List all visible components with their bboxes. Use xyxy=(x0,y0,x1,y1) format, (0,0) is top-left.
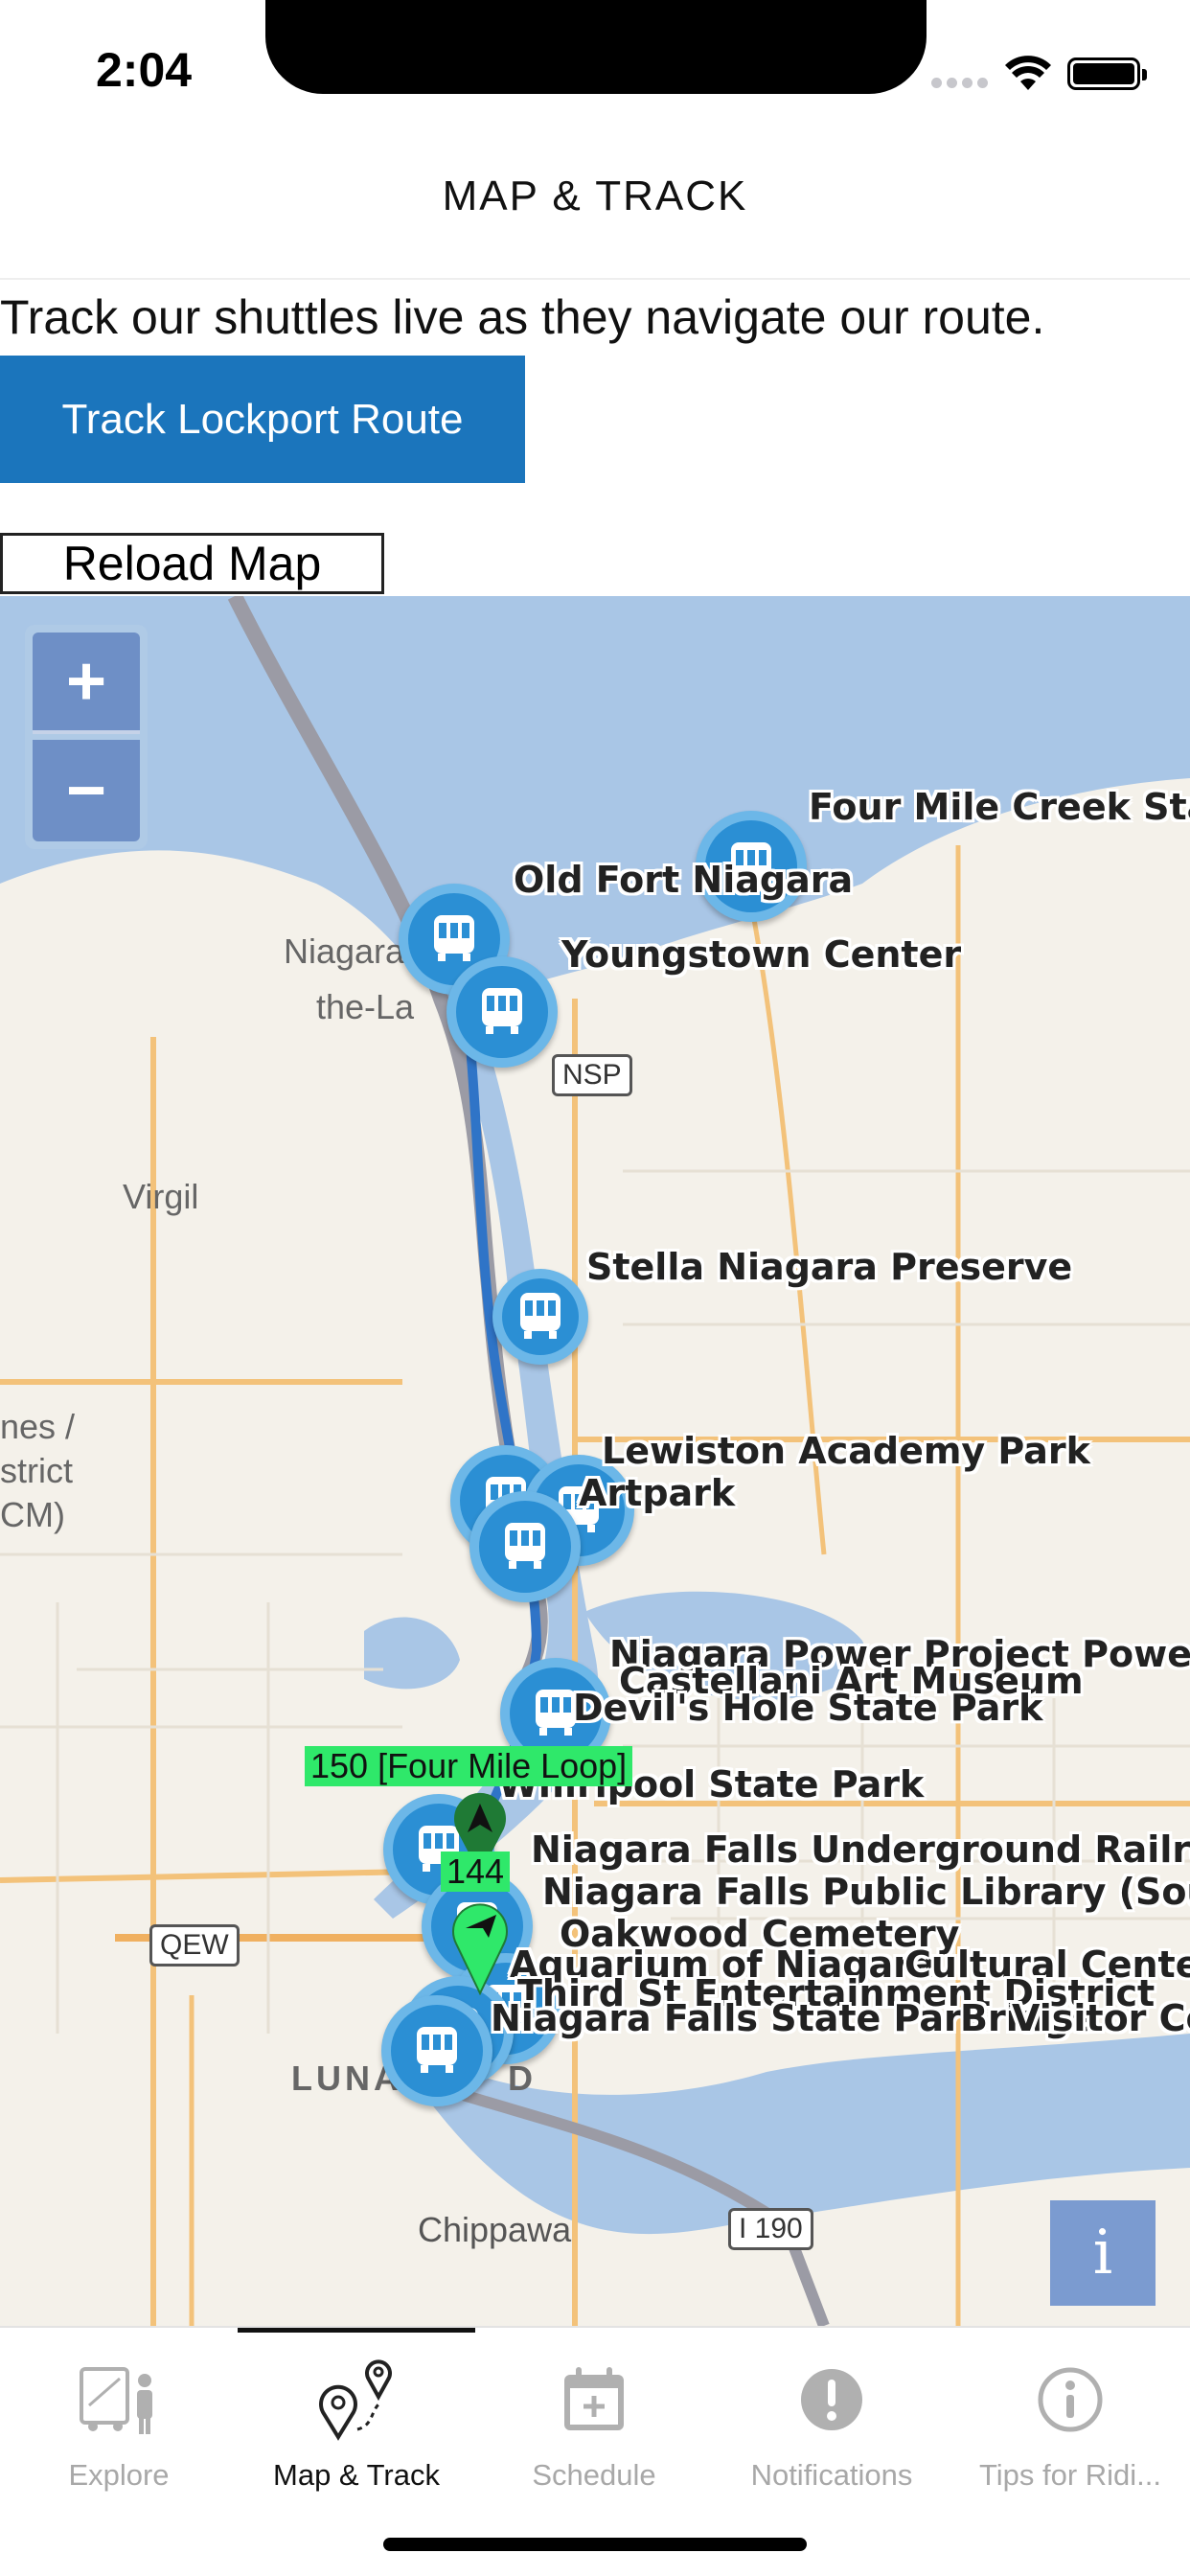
map-info-button[interactable]: i xyxy=(1050,2200,1156,2306)
stop-label: Old Fort Niagara xyxy=(514,859,854,901)
tab-label: Explore xyxy=(68,2458,170,2492)
stop-label: Visitor Ce xyxy=(1012,1997,1190,2039)
map-pin-icon xyxy=(313,2357,400,2443)
tab-map-track[interactable]: Map & Track xyxy=(238,2328,475,2510)
stop-label: Niagara Falls State Park xyxy=(491,1997,987,2039)
place-label: D xyxy=(508,2058,533,2098)
place-label: the-La xyxy=(316,987,415,1026)
stop-label: Niagara Falls Public Library (Sout xyxy=(542,1871,1190,1913)
place-label: strict xyxy=(0,1451,73,1490)
zoom-out-button[interactable]: − xyxy=(33,740,140,841)
stop-label: Devil's Hole State Park xyxy=(573,1687,1043,1729)
bus-stop-marker[interactable] xyxy=(381,1995,492,2106)
intro-text: Track our shuttles live as they navigate… xyxy=(0,290,1045,344)
zoom-in-button[interactable]: + xyxy=(33,632,140,734)
status-time: 2:04 xyxy=(96,43,193,97)
tab-explore[interactable]: Explore xyxy=(0,2328,238,2510)
place-label: Chippawa xyxy=(418,2210,572,2249)
wifi-icon xyxy=(1005,56,1051,90)
road-shield: QEW xyxy=(149,1924,240,1966)
road-shield: I 190 xyxy=(728,2208,813,2250)
info-circle-icon xyxy=(1027,2357,1113,2443)
stop-label: Niagara Falls Underground Railroa xyxy=(531,1828,1190,1871)
track-lockport-route-button[interactable]: Track Lockport Route xyxy=(0,356,525,483)
stop-label: Lewiston Academy Park xyxy=(602,1430,1090,1472)
tab-label: Map & Track xyxy=(273,2458,440,2492)
place-label: CM) xyxy=(0,1495,65,1534)
device-notch xyxy=(265,0,927,94)
bus-stop-marker[interactable] xyxy=(492,1269,588,1365)
bus-stop-marker[interactable] xyxy=(446,956,558,1068)
page-title: MAP & TRACK xyxy=(442,172,748,219)
tab-tips[interactable]: Tips for Ridi... xyxy=(950,2328,1190,2510)
stop-label: Artpark xyxy=(579,1472,736,1514)
vehicle-label: 144 xyxy=(441,1852,511,1892)
battery-icon xyxy=(1067,58,1147,90)
road-shield: NSP xyxy=(552,1054,632,1096)
map-view[interactable]: Niagara- the-La Virgil nes / strict CM) … xyxy=(0,596,1190,2326)
place-label: Virgil xyxy=(123,1177,199,1216)
calendar-icon xyxy=(551,2357,637,2443)
vehicle-marker[interactable] xyxy=(450,1899,510,1995)
nav-divider xyxy=(0,278,1190,280)
alert-icon xyxy=(789,2357,875,2443)
tab-label: Schedule xyxy=(532,2458,656,2492)
zoom-control: + − xyxy=(25,625,148,849)
tab-schedule[interactable]: Schedule xyxy=(475,2328,713,2510)
stop-label: Stella Niagara Preserve xyxy=(586,1246,1073,1288)
reload-map-button[interactable]: Reload Map xyxy=(0,533,384,594)
tab-notifications[interactable]: Notifications xyxy=(713,2328,950,2510)
status-bar: 2:04 xyxy=(0,0,1190,134)
stop-label: Four Mile Creek Stat xyxy=(809,786,1190,828)
place-label: nes / xyxy=(0,1407,76,1446)
signal-icon xyxy=(931,77,989,88)
bus-stop-marker[interactable] xyxy=(469,1491,581,1602)
home-indicator[interactable] xyxy=(383,2538,807,2551)
vehicle-label: 150 [Four Mile Loop] xyxy=(305,1746,633,1786)
tab-label: Notifications xyxy=(750,2458,913,2492)
stop-label: Youngstown Center xyxy=(561,933,962,976)
tab-label: Tips for Ridi... xyxy=(978,2458,1162,2492)
bus-stop-icon xyxy=(76,2357,162,2443)
place-label: Niagara- xyxy=(284,932,417,971)
